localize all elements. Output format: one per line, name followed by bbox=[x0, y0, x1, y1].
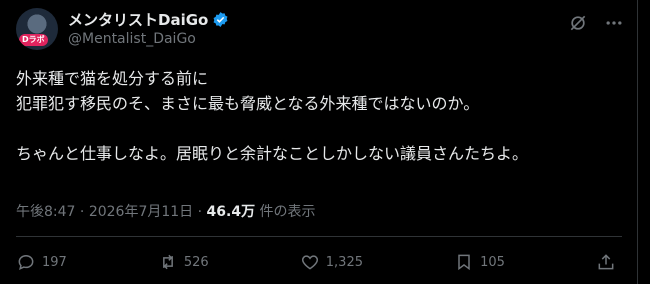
tweet-time[interactable]: 午後8:47 bbox=[16, 204, 75, 220]
like-button[interactable]: 1,325 bbox=[300, 252, 363, 272]
tweet-text: 外来種で猫を処分する前に 犯罪犯す移民のそ、まさに最も脅威となる外来種ではないの… bbox=[16, 69, 529, 163]
reply-count: 197 bbox=[42, 254, 67, 270]
tweet-card: Dラボ メンタリストDaiGo @Mentalist_DaiGo 外来種で猫を処… bbox=[0, 0, 638, 284]
display-name[interactable]: メンタリストDaiGo bbox=[68, 9, 208, 30]
more-options-icon[interactable] bbox=[601, 10, 627, 36]
avatar-badge: Dラボ bbox=[19, 34, 48, 46]
repost-count: 526 bbox=[183, 254, 209, 270]
heart-icon bbox=[301, 255, 318, 270]
views-label: 件の表示 bbox=[259, 204, 316, 220]
share-button[interactable] bbox=[596, 252, 622, 272]
reply-button[interactable]: 197 bbox=[16, 252, 67, 272]
views-count[interactable]: 46.4万 bbox=[207, 204, 256, 220]
tweet-meta: 午後8:47 · 2026年7月11日 · 46.4万 件の表示 bbox=[16, 201, 316, 221]
action-bar: 197 526 1,325 105 bbox=[16, 252, 622, 272]
share-icon bbox=[598, 254, 614, 270]
author-name-row: メンタリストDaiGo bbox=[68, 9, 229, 30]
bookmark-icon bbox=[458, 254, 470, 271]
like-count: 1,325 bbox=[325, 254, 363, 270]
top-actions bbox=[565, 10, 627, 36]
avatar[interactable]: Dラボ bbox=[16, 8, 58, 50]
bookmark-count: 105 bbox=[480, 254, 505, 270]
repost-icon bbox=[162, 254, 173, 270]
meta-separator: · bbox=[79, 204, 89, 220]
meta-separator: · bbox=[197, 204, 207, 220]
reply-icon bbox=[18, 254, 34, 270]
bookmark-button[interactable]: 105 bbox=[454, 252, 505, 272]
divider bbox=[16, 236, 622, 237]
author-handle[interactable]: @Mentalist_DaiGo bbox=[68, 31, 196, 47]
repost-button[interactable]: 526 bbox=[158, 252, 209, 272]
grok-icon[interactable] bbox=[565, 10, 591, 36]
verified-badge-icon bbox=[213, 12, 228, 27]
tweet-date[interactable]: 2026年7月11日 bbox=[89, 204, 193, 220]
